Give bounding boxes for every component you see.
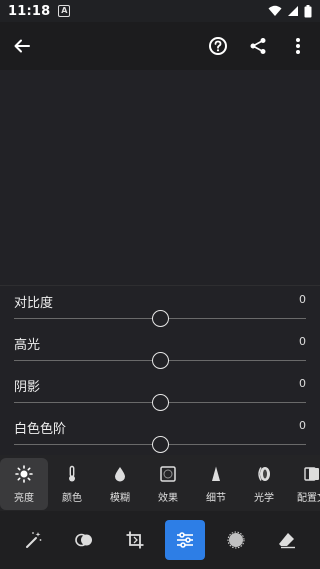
magic-wand-icon bbox=[26, 532, 42, 548]
adjustment-label: 阴影 bbox=[14, 380, 41, 395]
adjustment-shadows: 阴影 0 bbox=[0, 370, 320, 411]
wifi-icon bbox=[268, 5, 282, 16]
top-toolbar bbox=[0, 22, 320, 70]
slider-thumb[interactable] bbox=[151, 310, 169, 327]
droplet-icon bbox=[111, 465, 129, 483]
signal-icon bbox=[288, 6, 298, 16]
selective-mask-icon bbox=[227, 531, 245, 549]
adjustment-label: 白色色阶 bbox=[14, 422, 67, 437]
adjustment-value: 0 bbox=[299, 335, 306, 348]
back-button[interactable] bbox=[6, 30, 38, 62]
tool-label: 效果 bbox=[158, 492, 178, 504]
tool-profile[interactable]: 配置文 bbox=[288, 458, 320, 510]
thermometer-icon bbox=[63, 465, 81, 483]
sliders-icon bbox=[177, 532, 194, 548]
tool-label: 配置文 bbox=[297, 492, 320, 504]
eraser-icon bbox=[278, 533, 295, 549]
presets-icon bbox=[75, 533, 92, 547]
vignette-icon bbox=[159, 465, 177, 483]
tool-label: 亮度 bbox=[14, 492, 34, 504]
more-vert-icon bbox=[296, 38, 300, 54]
triangle-icon bbox=[207, 465, 225, 483]
adjustment-whites: 白色色阶 0 bbox=[0, 412, 320, 453]
profile-icon bbox=[303, 465, 320, 483]
tool-light[interactable]: 亮度 bbox=[0, 458, 48, 510]
adjustment-highlights: 高光 0 bbox=[0, 328, 320, 369]
help-icon bbox=[209, 37, 227, 55]
adjustment-contrast: 对比度 0 bbox=[0, 286, 320, 327]
tool-blur[interactable]: 模糊 bbox=[96, 458, 144, 510]
presets-button[interactable] bbox=[64, 520, 104, 560]
sun-icon bbox=[15, 464, 33, 483]
lens-icon bbox=[255, 465, 273, 483]
help-button[interactable] bbox=[202, 30, 234, 62]
tool-strip: 亮度 颜色 模糊 效果 细节 光学 配置文 bbox=[0, 455, 320, 511]
more-options-button[interactable] bbox=[282, 30, 314, 62]
selective-button[interactable] bbox=[216, 520, 256, 560]
adjustment-value: 0 bbox=[299, 419, 306, 432]
share-icon bbox=[250, 38, 266, 54]
tool-label: 颜色 bbox=[62, 492, 82, 504]
status-bar: 11:18 A bbox=[0, 0, 320, 22]
tool-effects[interactable]: 效果 bbox=[144, 458, 192, 510]
photo-canvas[interactable] bbox=[0, 70, 320, 285]
tool-label: 光学 bbox=[254, 492, 274, 504]
tool-label: 模糊 bbox=[110, 492, 130, 504]
status-icons bbox=[268, 4, 312, 18]
arrow-left-icon bbox=[14, 39, 30, 53]
edit-sliders-button[interactable] bbox=[165, 520, 206, 560]
slider-thumb[interactable] bbox=[151, 394, 169, 411]
adjustment-panel: 对比度 0 高光 0 阴影 0 白色色阶 0 bbox=[0, 285, 320, 455]
battery-icon bbox=[304, 4, 312, 17]
crop-button[interactable] bbox=[115, 520, 155, 560]
app-notification-icon: A bbox=[58, 5, 71, 17]
crop-icon bbox=[126, 531, 144, 549]
auto-button[interactable] bbox=[13, 520, 53, 560]
share-button[interactable] bbox=[242, 30, 274, 62]
bottom-nav bbox=[0, 511, 320, 569]
tool-label: 细节 bbox=[206, 492, 226, 504]
tool-optics[interactable]: 光学 bbox=[240, 458, 288, 510]
healing-button[interactable] bbox=[267, 520, 307, 560]
status-time: 11:18 bbox=[8, 3, 51, 19]
slider-thumb[interactable] bbox=[151, 352, 169, 369]
adjustment-label: 对比度 bbox=[14, 296, 54, 311]
tool-color[interactable]: 颜色 bbox=[48, 458, 96, 510]
adjustment-value: 0 bbox=[299, 377, 306, 390]
adjustment-label: 高光 bbox=[14, 338, 41, 353]
adjustment-value: 0 bbox=[299, 293, 306, 306]
tool-detail[interactable]: 细节 bbox=[192, 458, 240, 510]
slider-thumb[interactable] bbox=[151, 436, 169, 453]
